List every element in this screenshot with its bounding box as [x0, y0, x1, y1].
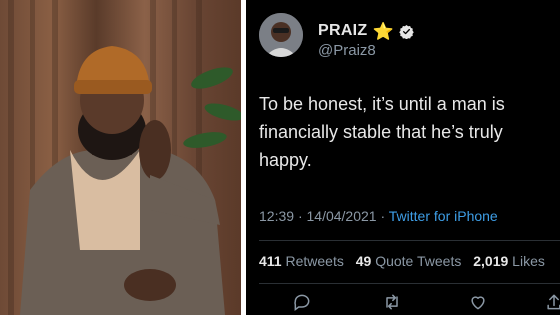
retweet-button[interactable]: [382, 292, 402, 312]
share-button[interactable]: [544, 292, 560, 312]
avatar[interactable]: [259, 13, 303, 57]
user-handle[interactable]: @Praiz8: [318, 42, 376, 59]
retweets-count: 411: [259, 253, 282, 269]
tweet-date[interactable]: 14/04/2021: [307, 208, 377, 224]
portrait-photo: [0, 0, 241, 315]
retweets-stat[interactable]: 411 Retweets: [259, 253, 344, 269]
tweet-time[interactable]: 12:39: [259, 208, 294, 224]
star-emoji-icon: ⭐: [372, 21, 394, 41]
display-name[interactable]: PRAIZ: [318, 22, 368, 40]
tweet-stats: 411 Retweets 49 Quote Tweets 2,019 Likes: [259, 253, 553, 269]
reply-icon: [294, 294, 310, 311]
like-icon: [471, 296, 485, 310]
like-button[interactable]: [468, 292, 488, 312]
likes-stat[interactable]: 2,019 Likes: [473, 253, 545, 269]
retweet-icon: [386, 294, 398, 310]
quotes-count: 49: [355, 253, 372, 269]
tweet-text: To be honest, it’s until a man is financ…: [259, 94, 505, 170]
avatar-image: [259, 13, 303, 57]
tweet-meta: 12:39 · 14/04/2021 · Twitter for iPhone: [259, 208, 498, 224]
verified-badge-icon: [398, 24, 414, 39]
name-row: PRAIZ ⭐: [318, 22, 414, 40]
quotes-label: Quote Tweets: [375, 253, 462, 269]
tweet-card: PRAIZ ⭐ @Praiz8 To be honest, it’s until…: [246, 0, 560, 315]
divider-line: [259, 240, 560, 241]
tweet-source-link[interactable]: Twitter for iPhone: [389, 208, 498, 224]
divider-line: [259, 283, 560, 284]
portrait-illustration: [8, 0, 241, 315]
quotes-stat[interactable]: 49 Quote Tweets: [356, 253, 462, 269]
reply-button[interactable]: [292, 292, 312, 312]
likes-label: Likes: [512, 253, 545, 269]
meta-separator: ·: [297, 208, 303, 224]
retweets-label: Retweets: [285, 253, 344, 269]
share-icon: [547, 294, 560, 310]
likes-count: 2,019: [473, 253, 509, 269]
